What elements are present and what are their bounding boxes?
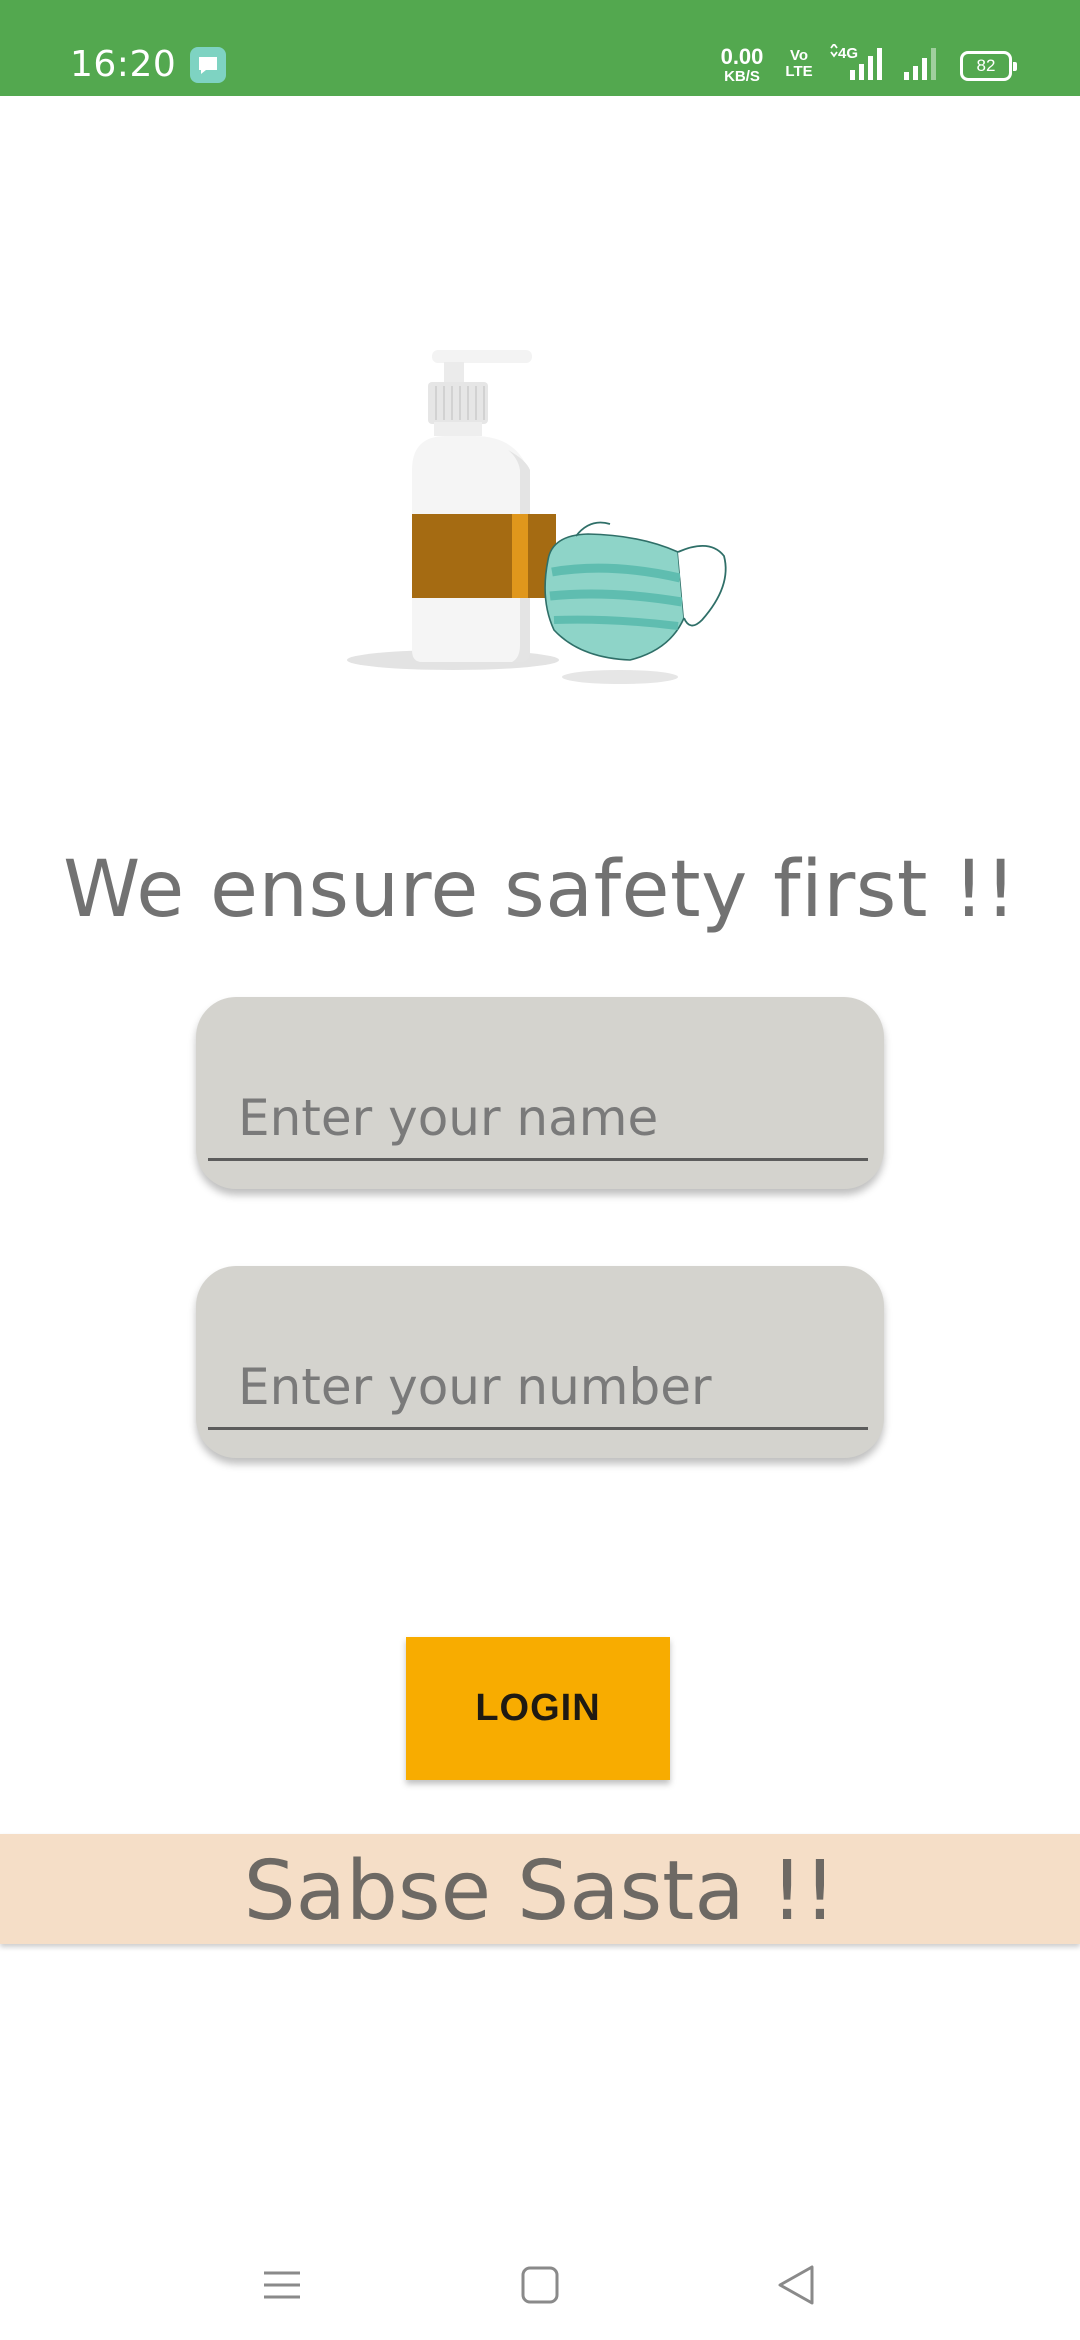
network-type-label: 4G (838, 45, 858, 62)
login-screen: 16:20 0.00 KB/S Vo LTE 4G 82 We ensure s… (0, 0, 1080, 2340)
network-speed-unit: KB/S (724, 68, 760, 85)
back-triangle-icon (778, 2265, 814, 2305)
status-time: 16:20 (70, 44, 177, 85)
network-speed-value: 0.00 (720, 44, 764, 69)
sanitizer-and-mask-illustration (347, 350, 727, 684)
name-field-container (196, 997, 884, 1189)
volte-top-label: Vo (789, 47, 809, 64)
home-button[interactable] (500, 2250, 580, 2320)
network-speed: 0.00 KB/S (716, 44, 768, 85)
status-bar: 16:20 0.00 KB/S Vo LTE 4G 82 (0, 0, 1080, 96)
number-input[interactable] (208, 1346, 868, 1430)
battery-level: 82 (976, 56, 996, 75)
login-button[interactable]: LOGIN (406, 1637, 670, 1780)
recent-apps-button[interactable] (242, 2250, 322, 2320)
battery-icon: 82 (960, 51, 1017, 81)
system-navigation-bar (0, 2230, 1080, 2340)
back-button[interactable] (756, 2250, 836, 2320)
menu-icon (264, 2271, 300, 2299)
volte-bottom-label: LTE (785, 62, 813, 80)
page-title: We ensure safety first !! (63, 845, 1017, 935)
signal-4g-icon: 4G (830, 44, 882, 80)
name-input[interactable] (208, 1077, 868, 1161)
home-square-icon (521, 2266, 559, 2304)
signal-strength-icon (904, 48, 936, 80)
promo-banner: Sabse Sasta !! (0, 1834, 1080, 1944)
message-notification-icon (190, 47, 226, 83)
volte-indicator: Vo LTE (780, 48, 818, 80)
number-field-container (196, 1266, 884, 1458)
